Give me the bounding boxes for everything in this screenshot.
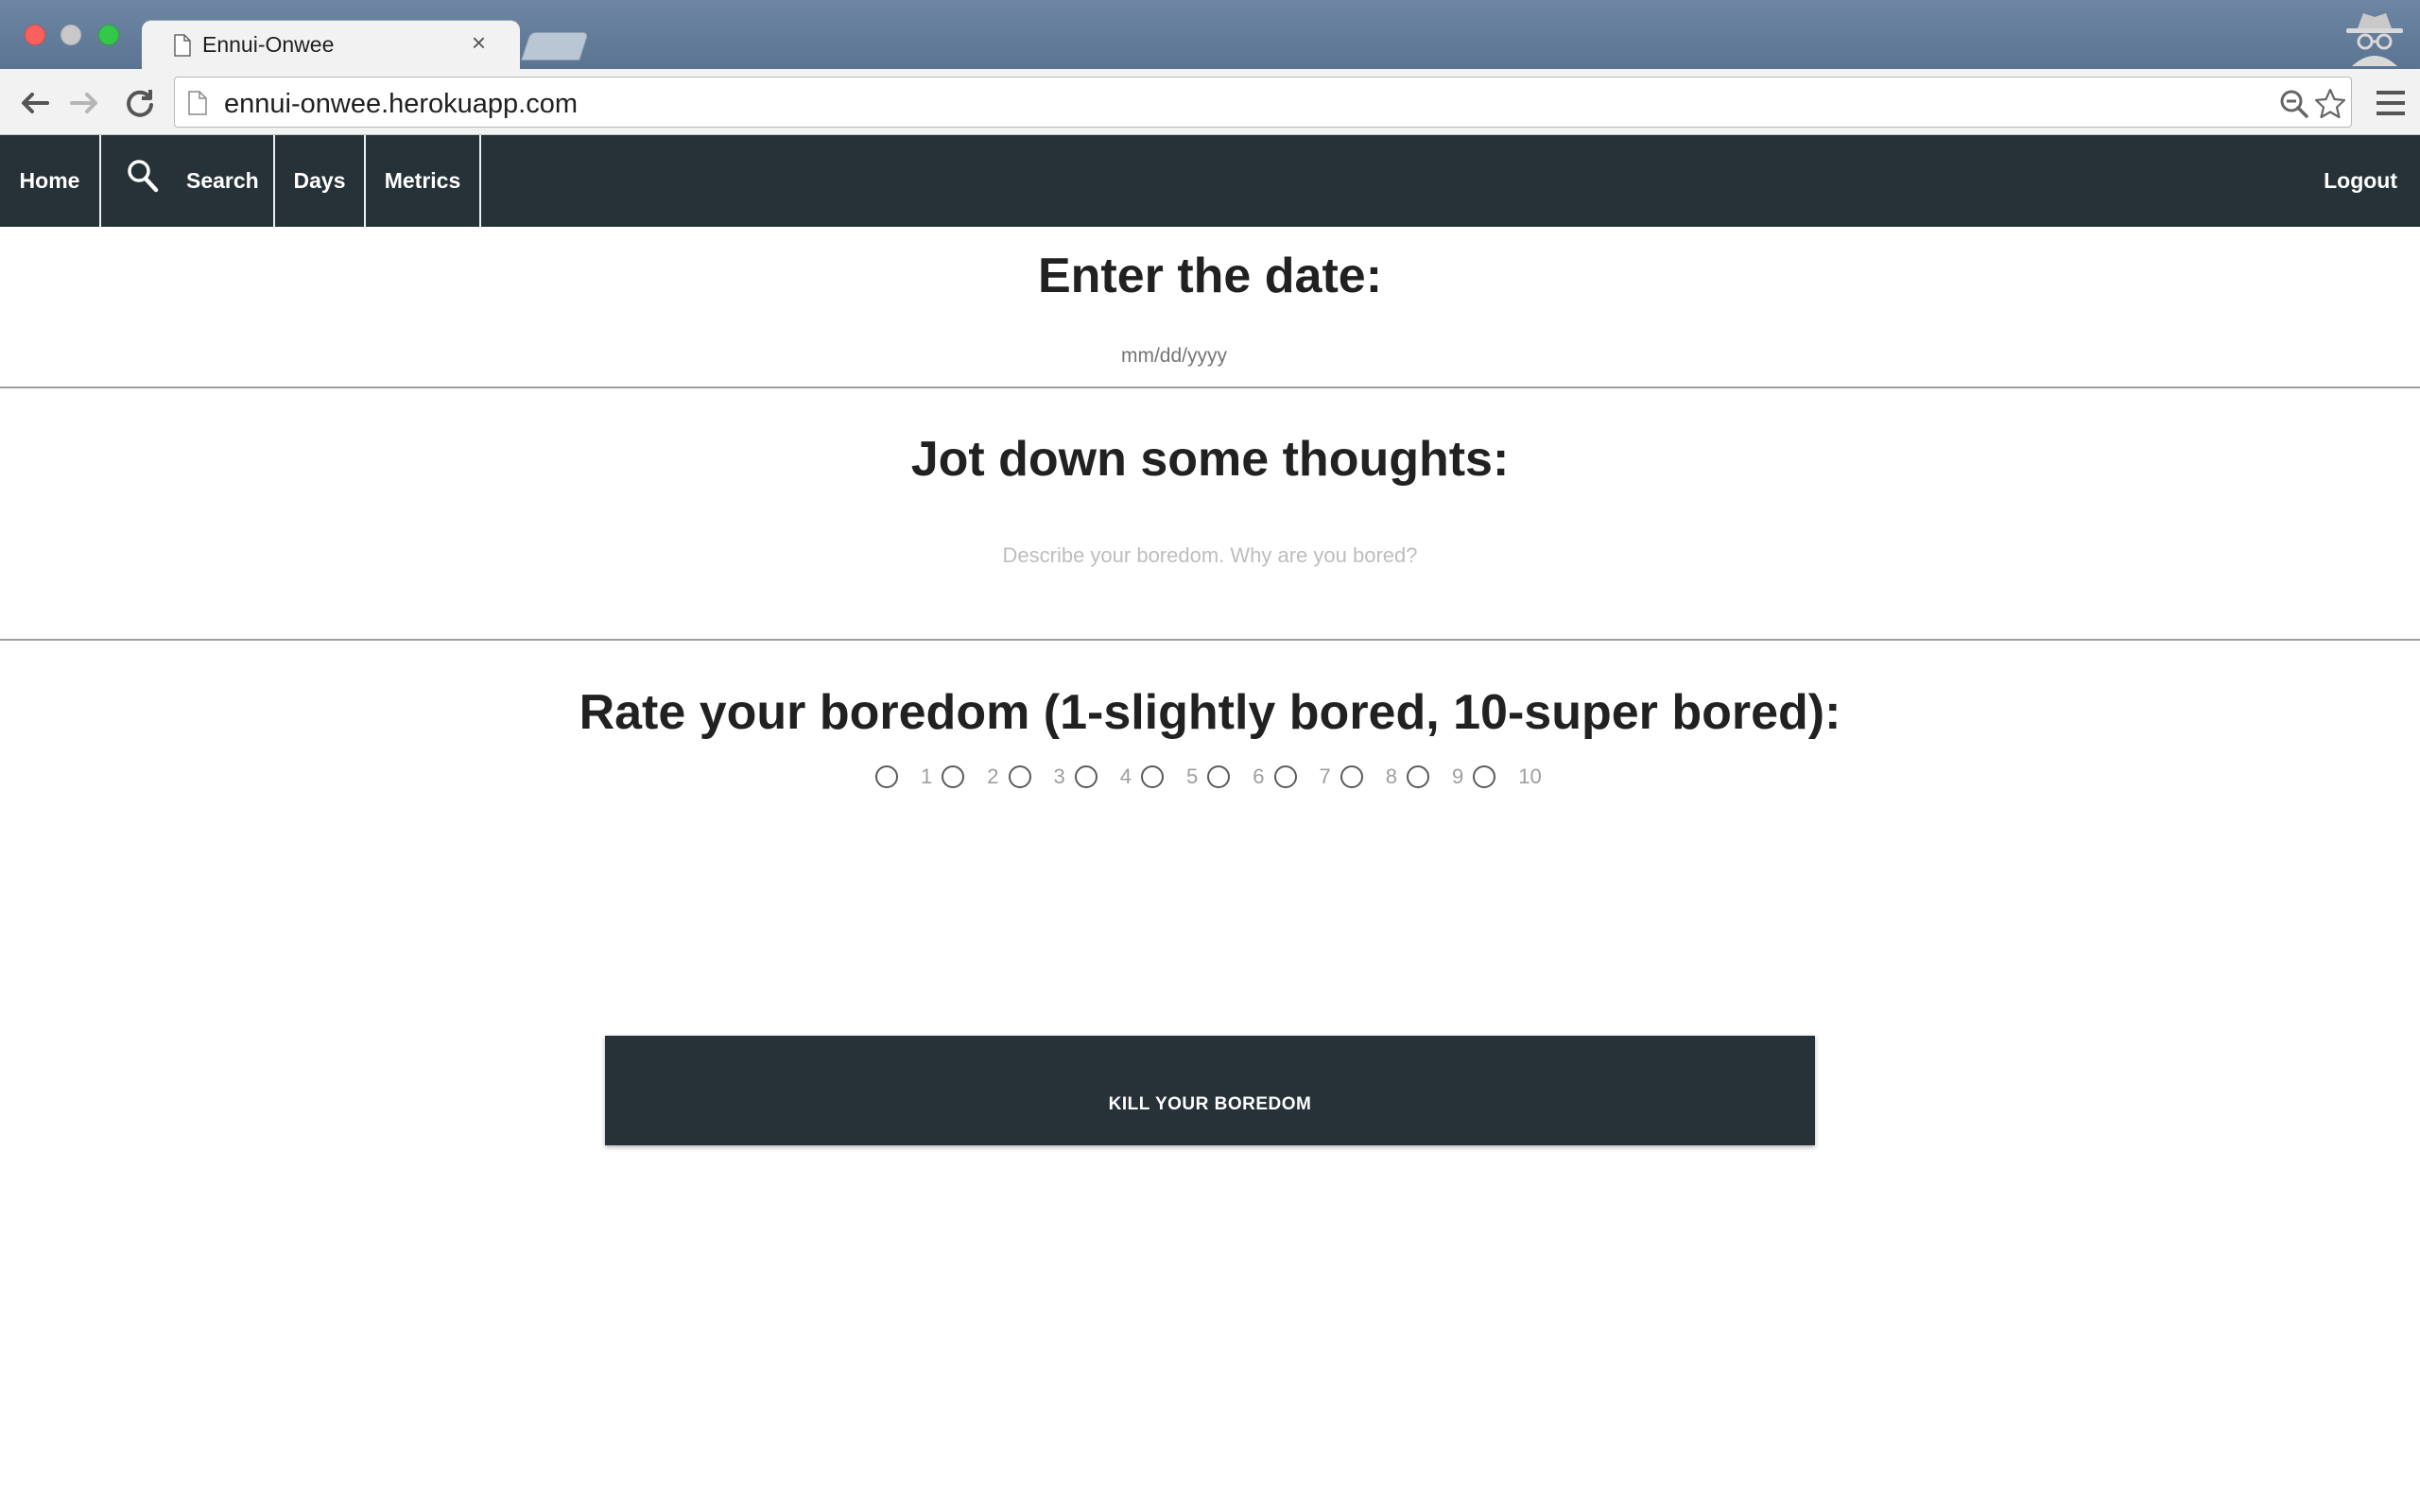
rating-option-label: 10 bbox=[1518, 765, 1542, 788]
rating-radio-group: 1 2 3 4 5 6 7 8 9 10 bbox=[875, 760, 1551, 794]
forward-arrow-icon[interactable] bbox=[66, 84, 104, 122]
date-input[interactable] bbox=[1080, 340, 1269, 372]
thoughts-heading: Jot down some thoughts: bbox=[910, 432, 1510, 487]
maximize-window-button[interactable] bbox=[98, 25, 119, 45]
document-icon bbox=[174, 34, 191, 57]
rating-option-7[interactable]: 7 bbox=[1273, 765, 1331, 789]
radio-button[interactable] bbox=[1141, 765, 1164, 788]
tab-title: Ennui-Onwee bbox=[202, 32, 335, 57]
back-arrow-icon[interactable] bbox=[15, 84, 53, 122]
radio-button[interactable] bbox=[1008, 765, 1031, 788]
nav-search[interactable]: Search bbox=[101, 135, 275, 227]
app-navbar: Home Search Days Metrics Logout bbox=[0, 135, 2420, 227]
page-icon bbox=[188, 91, 207, 115]
radio-button[interactable] bbox=[875, 765, 898, 788]
browser-toolbar: ennui-onwee.herokuapp.com bbox=[0, 69, 2420, 135]
radio-button[interactable] bbox=[1207, 765, 1231, 788]
nav-logout[interactable]: Logout bbox=[2324, 135, 2397, 227]
rating-option-label: 4 bbox=[1119, 765, 1132, 788]
browser-titlebar: Ennui-Onwee × bbox=[0, 0, 2420, 70]
tab-close-icon[interactable]: × bbox=[472, 30, 486, 55]
bookmark-star-icon[interactable] bbox=[2313, 87, 2347, 121]
radio-button[interactable] bbox=[1074, 765, 1098, 788]
rating-option-label: 7 bbox=[1319, 765, 1331, 788]
address-bar[interactable]: ennui-onwee.herokuapp.com bbox=[174, 77, 2352, 128]
browser-menu-icon[interactable] bbox=[2375, 88, 2407, 118]
nav-home[interactable]: Home bbox=[0, 135, 101, 227]
url-text[interactable]: ennui-onwee.herokuapp.com bbox=[224, 89, 578, 120]
rating-option-label: 3 bbox=[1053, 765, 1065, 788]
radio-button[interactable] bbox=[942, 765, 965, 788]
rating-option-2[interactable]: 2 bbox=[942, 765, 999, 789]
rating-option-label: 9 bbox=[1452, 765, 1464, 788]
rating-option-10[interactable]: 10 bbox=[1473, 765, 1542, 789]
kill-boredom-button[interactable]: KILL YOUR BOREDOM bbox=[605, 1036, 1815, 1145]
rating-option-8[interactable]: 8 bbox=[1340, 765, 1397, 789]
nav-search-label: Search bbox=[186, 168, 259, 193]
rating-option-1[interactable]: 1 bbox=[875, 765, 932, 789]
nav-days-label: Days bbox=[293, 168, 346, 193]
nav-metrics[interactable]: Metrics bbox=[366, 135, 481, 227]
zoom-icon[interactable] bbox=[2279, 89, 2309, 119]
rating-option-4[interactable]: 4 bbox=[1074, 765, 1132, 789]
nav-days[interactable]: Days bbox=[275, 135, 366, 227]
nav-metrics-label: Metrics bbox=[384, 168, 461, 193]
date-underline bbox=[0, 387, 2420, 388]
rating-option-9[interactable]: 9 bbox=[1407, 765, 1463, 789]
radio-button[interactable] bbox=[1340, 765, 1363, 788]
radio-button[interactable] bbox=[1473, 765, 1496, 788]
rating-option-label: 5 bbox=[1186, 765, 1199, 788]
thoughts-input[interactable] bbox=[832, 537, 1588, 575]
rating-option-5[interactable]: 5 bbox=[1141, 765, 1198, 789]
nav-home-label: Home bbox=[19, 168, 80, 193]
new-tab-button[interactable] bbox=[521, 32, 589, 60]
rating-heading: Rate your boredom (1-slightly bored, 10-… bbox=[579, 685, 1841, 740]
rating-option-label: 2 bbox=[987, 765, 999, 788]
rating-option-label: 6 bbox=[1253, 765, 1265, 788]
nav-logout-label: Logout bbox=[2324, 168, 2397, 193]
minimize-window-button[interactable] bbox=[60, 25, 81, 45]
rating-option-label: 8 bbox=[1385, 765, 1397, 788]
radio-button[interactable] bbox=[1273, 765, 1297, 788]
browser-tab[interactable]: Ennui-Onwee × bbox=[142, 21, 520, 70]
radio-button[interactable] bbox=[1407, 765, 1429, 788]
incognito-icon bbox=[2346, 13, 2403, 66]
rating-option-3[interactable]: 3 bbox=[1008, 765, 1065, 789]
rating-option-6[interactable]: 6 bbox=[1207, 765, 1265, 789]
date-heading: Enter the date: bbox=[1037, 249, 1383, 303]
thoughts-underline bbox=[0, 639, 2420, 641]
reload-icon[interactable] bbox=[121, 84, 159, 122]
close-window-button[interactable] bbox=[25, 25, 45, 45]
search-icon bbox=[128, 160, 159, 193]
rating-option-label: 1 bbox=[921, 765, 933, 788]
